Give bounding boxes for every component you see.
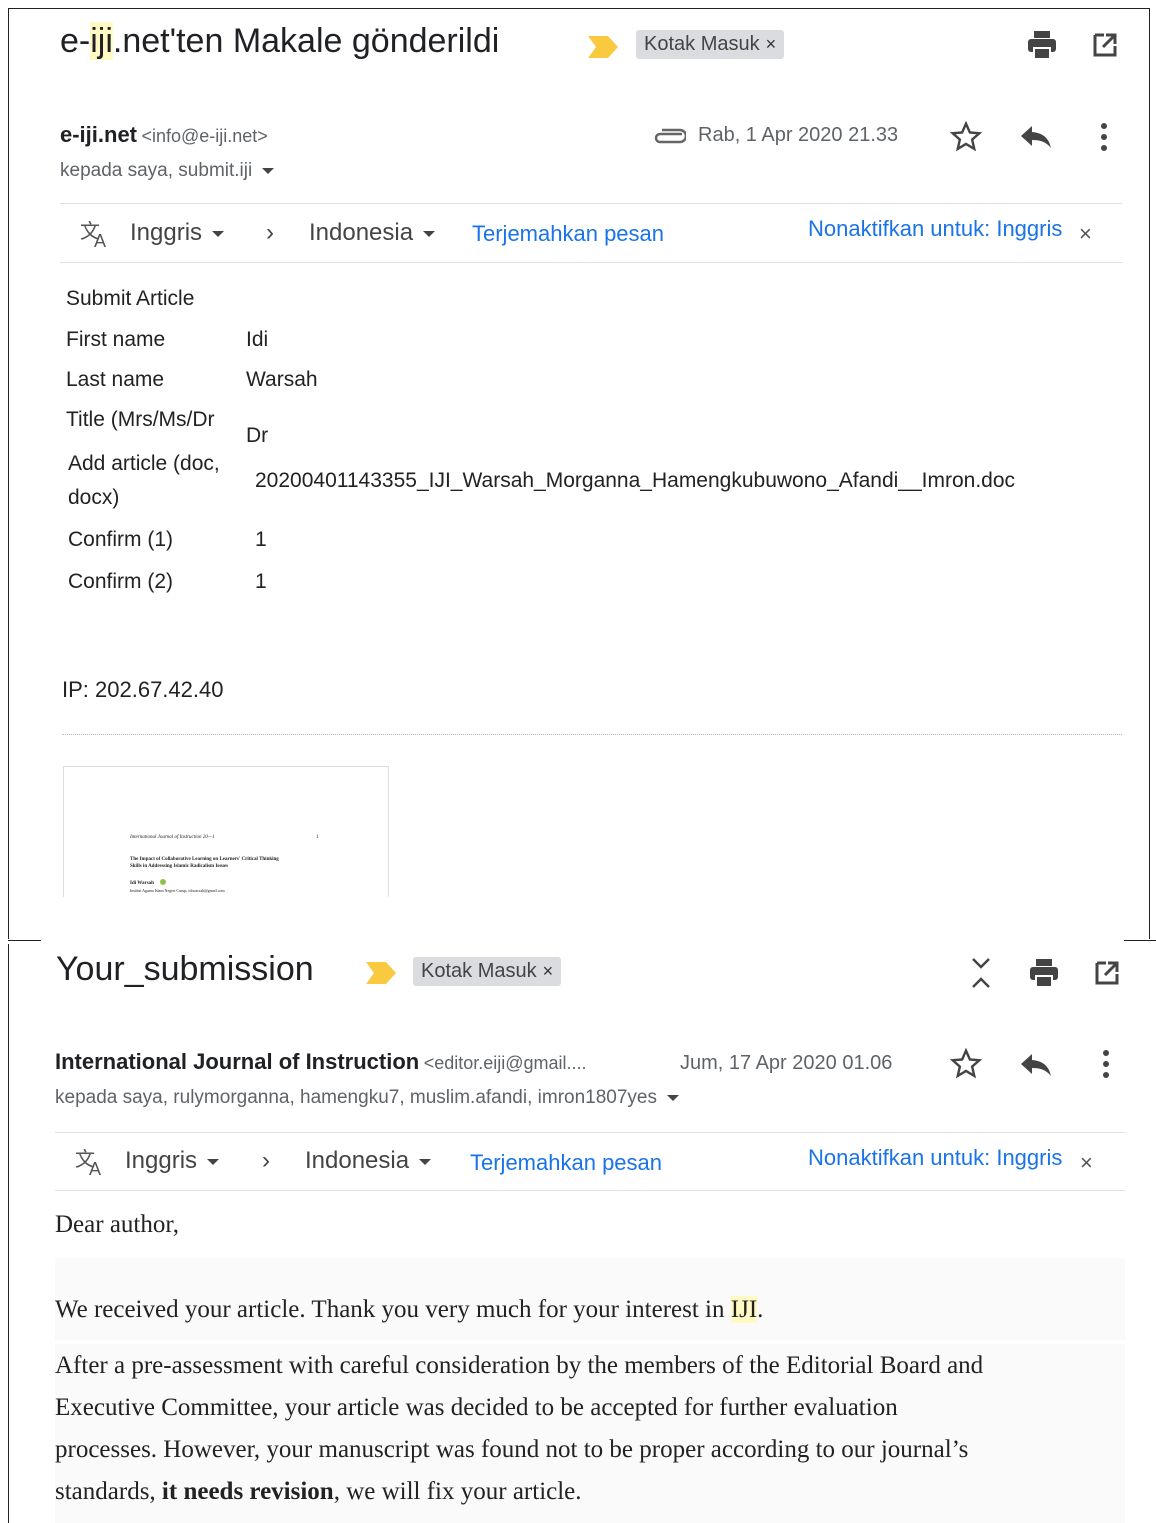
field-label: Confirm (2) — [68, 570, 174, 593]
translate-icon: 文A — [75, 1148, 107, 1176]
svg-text:A: A — [89, 1159, 101, 1176]
open-new-window-icon[interactable] — [1094, 960, 1120, 986]
target-language-select[interactable]: Indonesia — [309, 219, 436, 247]
close-icon[interactable]: × — [1080, 1150, 1093, 1176]
thumb-text: 1 — [316, 835, 319, 840]
disable-translation-link[interactable]: Nonaktifkan untuk: Inggris — [808, 216, 1062, 242]
email-1-sender: e-iji.net <info@e-iji.net> — [60, 122, 268, 147]
translate-message-link[interactable]: Terjemahkan pesan — [470, 1150, 662, 1176]
divider — [62, 734, 1122, 735]
form-title: Submit Article — [66, 287, 195, 310]
close-icon[interactable]: × — [1079, 221, 1092, 247]
email-1-recipients[interactable]: kepada saya, submit.iji — [60, 160, 275, 182]
collapse-all-icon[interactable] — [970, 956, 992, 990]
star-icon[interactable] — [950, 121, 982, 153]
divider — [60, 262, 1122, 263]
recipients-dropdown-icon[interactable] — [262, 167, 275, 174]
field-value: Idi — [246, 328, 269, 351]
email-2-date: Jum, 17 Apr 2020 01.06 — [680, 1052, 893, 1074]
field-label: Last name — [66, 368, 165, 391]
field-label: Add article (doc, — [68, 452, 220, 475]
star-icon[interactable] — [950, 1048, 982, 1080]
important-marker-icon[interactable] — [588, 36, 618, 58]
reply-icon[interactable] — [1020, 1052, 1052, 1078]
label-chip-inbox[interactable]: Kotak Masuk × — [413, 957, 562, 986]
more-options-icon[interactable] — [1100, 122, 1108, 152]
email-1-subject: e-iji.net'ten Makale gönderildi — [60, 22, 500, 60]
recipients-dropdown-icon[interactable] — [667, 1094, 679, 1101]
source-language-select[interactable]: Inggris — [130, 219, 225, 247]
thumb-text: Idi Warsah — [130, 881, 154, 886]
source-language-select[interactable]: Inggris — [125, 1147, 220, 1175]
body-paragraph-1: We received your article. Thank you very… — [55, 1296, 764, 1323]
field-value: 1 — [255, 528, 267, 551]
chevron-down-icon — [207, 1158, 220, 1165]
thumb-text: International Journal of Instruction 20—… — [130, 835, 215, 840]
disable-translation-link[interactable]: Nonaktifkan untuk: Inggris — [808, 1145, 1062, 1171]
field-label: docx) — [68, 486, 120, 509]
chevron-down-icon — [419, 1158, 432, 1165]
chevron-right-icon: › — [262, 1147, 270, 1174]
body-paragraph-2-line: standards, it needs revision, we will fi… — [55, 1478, 582, 1505]
email-2-sender: International Journal of Instruction <ed… — [55, 1049, 587, 1074]
thumb-text: The Impact of Collaborative Learning on … — [130, 857, 279, 862]
print-icon[interactable] — [1026, 30, 1058, 60]
svg-text:A: A — [94, 231, 106, 248]
thumb-text: Institut Agama Islam Negeri Curup, idiwa… — [130, 888, 225, 893]
divider — [60, 203, 1122, 204]
thumb-text: Skills in Addressing Islamic Radicalism … — [130, 864, 229, 869]
remove-label-icon[interactable]: × — [766, 34, 777, 54]
attachment-thumbnail[interactable]: International Journal of Instruction 20—… — [63, 766, 389, 897]
email-1-date: Rab, 1 Apr 2020 21.33 — [698, 124, 899, 146]
more-options-icon[interactable] — [1102, 1049, 1110, 1079]
ip-address: IP: 202.67.42.40 — [62, 677, 224, 702]
translate-icon: 文A — [80, 220, 112, 248]
body-paragraph-2-line: Executive Committee, your article was de… — [55, 1394, 898, 1421]
field-label: Title (Mrs/Ms/Dr — [66, 408, 215, 431]
chevron-down-icon — [423, 230, 436, 237]
field-value: 20200401143355_IJI_Warsah_Morganna_Hamen… — [255, 469, 1016, 492]
greeting: Dear author, — [55, 1211, 179, 1238]
field-value: 1 — [255, 570, 267, 593]
field-label: First name — [66, 328, 166, 351]
print-icon[interactable] — [1028, 958, 1060, 988]
attachment-icon — [652, 128, 686, 144]
important-marker-icon[interactable] — [366, 962, 396, 984]
email-2-recipients[interactable]: kepada saya, rulymorganna, hamengku7, mu… — [55, 1087, 679, 1109]
field-value: Dr — [246, 424, 269, 447]
divider — [8, 940, 41, 941]
body-paragraph-2-line: processes. However, your manuscript was … — [55, 1436, 969, 1463]
email-2-subject: Your_submission — [56, 950, 314, 988]
divider — [55, 1132, 1125, 1133]
open-new-window-icon[interactable] — [1092, 32, 1118, 58]
reply-icon[interactable] — [1020, 124, 1052, 150]
field-value: Warsah — [246, 368, 318, 391]
orcid-icon — [160, 879, 166, 885]
divider — [1124, 940, 1156, 941]
chevron-right-icon: › — [266, 219, 274, 246]
chevron-down-icon — [212, 230, 225, 237]
translate-message-link[interactable]: Terjemahkan pesan — [472, 221, 664, 247]
target-language-select[interactable]: Indonesia — [305, 1147, 432, 1175]
label-chip-inbox[interactable]: Kotak Masuk × — [636, 30, 785, 59]
body-paragraph-2-line: After a pre-assessment with careful cons… — [55, 1352, 984, 1379]
field-label: Confirm (1) — [68, 528, 174, 551]
remove-label-icon[interactable]: × — [543, 961, 554, 981]
divider — [55, 1190, 1125, 1191]
